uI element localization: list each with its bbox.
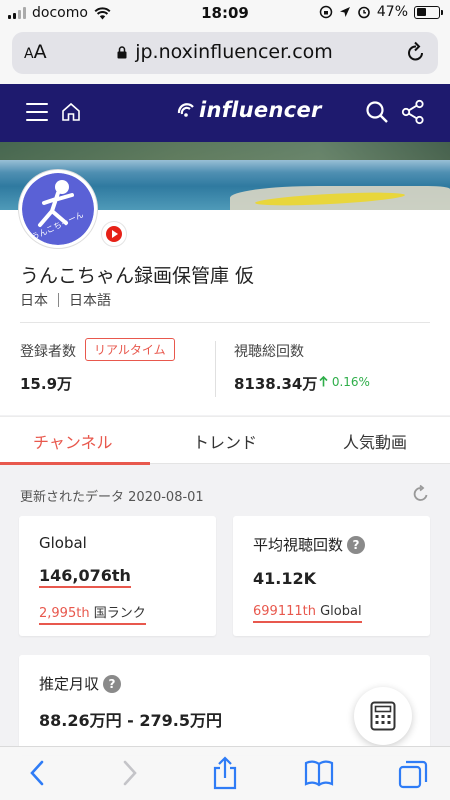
site-logo[interactable]: influencer	[175, 98, 322, 122]
browser-chrome: AA jp.noxinfluencer.com	[0, 26, 450, 84]
bookmarks-icon[interactable]	[304, 759, 334, 787]
updated-date: 2020-08-01	[128, 490, 204, 505]
share-icon[interactable]	[211, 756, 239, 790]
calculator-button[interactable]	[354, 687, 412, 745]
calculator-icon	[370, 701, 396, 731]
help-icon[interactable]: ?	[347, 536, 366, 554]
forward-icon[interactable]	[120, 759, 140, 787]
channel-name: うんこちゃん録画保管庫 仮	[20, 265, 255, 287]
alarm-icon	[358, 6, 370, 19]
reload-icon[interactable]	[406, 41, 426, 63]
avg-views-global-rank[interactable]: 699111th Global	[253, 604, 362, 623]
global-rank-value: 146,076th	[39, 566, 131, 588]
status-right: 47%	[319, 4, 443, 20]
monthly-income-title: 推定月収?	[39, 673, 122, 694]
growth-value: 0.16%	[331, 375, 370, 389]
tab-bar: チャンネル トレンド 人気動画	[0, 416, 450, 465]
views-growth: 0.16%	[319, 375, 370, 389]
meta-divider	[58, 293, 59, 307]
battery-icon	[414, 5, 443, 19]
battery-percent: 47%	[376, 4, 408, 20]
avg-views-label: 平均視聴回数	[253, 536, 344, 554]
youtube-icon	[101, 221, 127, 247]
avatar-image: うんこちゃーん	[30, 180, 85, 242]
subscribers-value: 15.9万	[20, 375, 73, 393]
orientation-lock-icon	[319, 5, 333, 19]
stats-divider	[215, 341, 216, 397]
data-updated: 更新されたデータ 2020-08-01	[20, 486, 204, 505]
divider	[20, 322, 430, 323]
avg-views-value: 41.12K	[253, 569, 317, 588]
country-rank-label: 国ランク	[93, 606, 146, 621]
battery-level	[416, 8, 427, 16]
help-icon[interactable]: ?	[103, 675, 122, 693]
status-bar: docomo 18:09 47%	[0, 0, 450, 26]
url-field[interactable]: jp.noxinfluencer.com	[12, 41, 438, 63]
logo-text: influencer	[199, 98, 322, 122]
channel-avatar: うんこちゃーん	[19, 170, 97, 248]
refresh-icon[interactable]	[412, 485, 430, 503]
site-header: influencer	[0, 84, 450, 142]
home-icon[interactable]	[60, 101, 82, 123]
channel-meta: 日本 日本語	[20, 290, 111, 310]
monthly-income-label: 推定月収	[39, 675, 100, 693]
menu-icon[interactable]	[26, 103, 48, 121]
realtime-badge[interactable]: リアルタイム	[85, 338, 175, 361]
lock-icon	[117, 46, 127, 59]
channel-country: 日本	[20, 293, 48, 309]
updated-label: 更新されたデータ	[20, 490, 125, 505]
country-rank[interactable]: 2,995th 国ランク	[39, 602, 146, 625]
subscribers-label: 登録者数	[20, 344, 76, 360]
share-icon[interactable]	[401, 99, 425, 125]
tab-popular-videos[interactable]: 人気動画	[343, 429, 407, 453]
avg-views-title: 平均視聴回数?	[253, 534, 366, 555]
location-icon	[339, 7, 350, 17]
active-tab-indicator	[0, 462, 150, 465]
search-icon[interactable]	[365, 100, 389, 124]
arrow-up-icon	[319, 375, 328, 387]
avg-views-rank-value: 699111th	[253, 604, 316, 619]
total-views-value: 8138.34万	[234, 375, 318, 393]
monthly-income-value: 88.26万円 - 279.5万円	[39, 711, 223, 730]
channel-language: 日本語	[69, 293, 111, 309]
total-views-label: 視聴総回数	[234, 344, 304, 360]
tab-channel[interactable]: チャンネル	[33, 429, 113, 453]
back-icon[interactable]	[27, 759, 47, 787]
global-title: Global	[39, 534, 87, 552]
tab-trend[interactable]: トレンド	[193, 429, 257, 453]
global-rank-card: Global 146,076th 2,995th 国ランク	[19, 516, 216, 636]
avg-views-rank-label: Global	[320, 604, 362, 619]
country-rank-value: 2,995th	[39, 606, 90, 621]
browser-toolbar	[0, 746, 450, 800]
url-text: jp.noxinfluencer.com	[135, 41, 333, 63]
address-bar[interactable]: AA jp.noxinfluencer.com	[12, 32, 438, 74]
logo-mark-icon	[177, 103, 194, 117]
tabs-icon[interactable]	[398, 759, 428, 789]
avg-views-card: 平均視聴回数? 41.12K 699111th Global	[233, 516, 430, 636]
